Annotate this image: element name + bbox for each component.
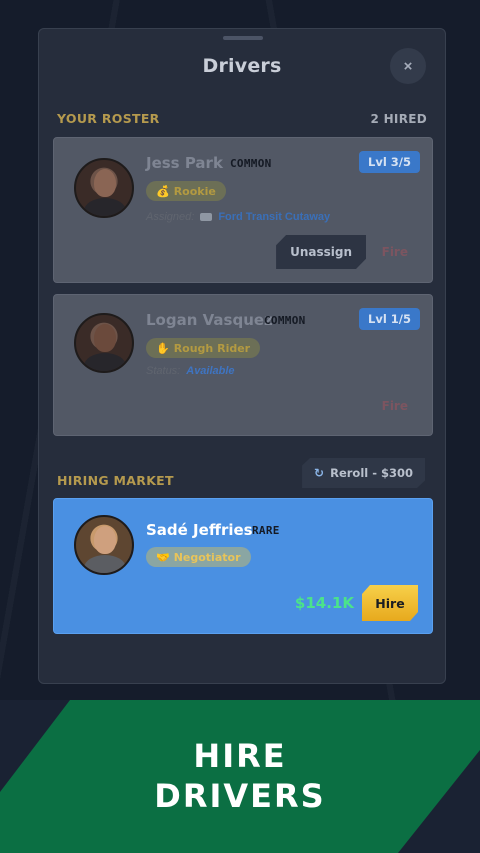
hire-button[interactable]: Hire (362, 585, 418, 621)
avatar (74, 158, 134, 218)
avatar-body (84, 198, 126, 216)
avatar-body (84, 353, 126, 371)
roster-header: YOUR ROSTER 2 HIRED (57, 111, 427, 126)
rarity-label: RARE (252, 524, 280, 537)
close-button[interactable]: × (390, 48, 426, 84)
avatar-head (94, 324, 116, 352)
fire-button[interactable]: Fire (382, 399, 408, 413)
hand-icon: ✋ (156, 341, 170, 355)
avatar-head (94, 169, 116, 197)
van-icon (200, 213, 213, 221)
avatar-head (94, 526, 116, 554)
assignment-row: Assigned: Ford Transit Cutaway (146, 211, 330, 223)
reroll-row: ↻ Reroll - $300 (39, 458, 445, 488)
market-card-sade-jeffries[interactable]: Sadé Jeffries RARE 🤝 Negotiator $14.1K H… (53, 498, 433, 634)
reroll-button[interactable]: ↻ Reroll - $300 (302, 458, 425, 488)
avatar (74, 515, 134, 575)
trait-label: Rough Rider (173, 341, 251, 355)
driver-name: Sadé Jeffries (146, 521, 253, 539)
rarity-label: COMMON (230, 157, 272, 170)
handshake-icon: 🤝 (156, 550, 170, 564)
level-badge: Lvl 3/5 (359, 151, 420, 173)
driver-name: Logan Vasquez (146, 311, 273, 329)
assignment-label: Assigned: (146, 211, 195, 223)
rarity-label: COMMON (264, 314, 306, 327)
availability-status: Available (186, 365, 235, 377)
coin-icon: 💰 (156, 184, 170, 198)
assignment-row: Status: Available (146, 365, 235, 377)
avatar (74, 313, 134, 373)
banner-line-1: HIRE (193, 737, 287, 775)
driver-name: Jess Park (146, 154, 223, 172)
drag-handle[interactable] (223, 36, 263, 40)
reroll-label: Reroll - $300 (330, 466, 413, 480)
refresh-icon: ↻ (314, 466, 325, 480)
hire-price: $14.1K (294, 594, 354, 612)
avatar-body (84, 555, 126, 573)
drivers-modal: Drivers × YOUR ROSTER 2 HIRED Jess Park … (38, 28, 446, 684)
trait-badge: 🤝 Negotiator (146, 547, 251, 567)
promo-banner-text: HIRE DRIVERS (0, 736, 480, 816)
roster-title: YOUR ROSTER (57, 111, 160, 126)
banner-line-2: DRIVERS (154, 777, 326, 815)
roster-card-jess-park[interactable]: Jess Park COMMON Lvl 3/5 💰 Rookie Assign… (53, 137, 433, 283)
roster-card-logan-vasquez[interactable]: Logan Vasquez COMMON Lvl 1/5 ✋ Rough Rid… (53, 294, 433, 436)
trait-label: Negotiator (173, 550, 241, 564)
trait-badge: 💰 Rookie (146, 181, 226, 201)
fire-button[interactable]: Fire (382, 245, 408, 259)
assignment-label: Status: (146, 365, 181, 377)
unassign-button[interactable]: Unassign (276, 235, 366, 269)
trait-badge: ✋ Rough Rider (146, 338, 261, 358)
trait-label: Rookie (173, 184, 216, 198)
modal-title: Drivers (202, 55, 282, 77)
level-badge: Lvl 1/5 (359, 308, 420, 330)
assigned-vehicle[interactable]: Ford Transit Cutaway (218, 211, 330, 223)
hired-count: 2 HIRED (370, 111, 427, 126)
